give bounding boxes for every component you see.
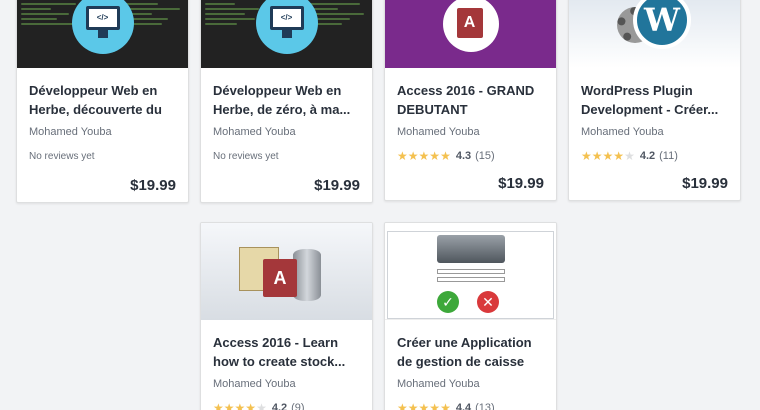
rating-count: (15) [475, 150, 495, 162]
star-icon: ★ [223, 401, 235, 410]
course-rating: ★★★★★ 4.2 (9) [213, 401, 360, 410]
star-icon: ★ [429, 149, 441, 163]
course-rating: ★★★★★ 4.2 (11) [581, 149, 728, 163]
rating-value: 4.2 [639, 150, 656, 162]
rating-value: 4.4 [455, 402, 472, 410]
course-author: Mohamed Youba [213, 378, 296, 390]
course-author: Mohamed Youba [581, 126, 664, 138]
course-rating: ★★★★★ 4.4 (13) [397, 401, 544, 410]
star-icon: ★ [581, 149, 592, 163]
course-reviews: No reviews yet [29, 151, 95, 162]
rating-count: (13) [475, 402, 495, 410]
star-icon: ★ [407, 149, 419, 163]
star-icon: ★ [613, 149, 625, 163]
course-rating: ★★★★★ 4.3 (15) [397, 149, 544, 163]
rating-count: (11) [659, 150, 678, 162]
course-title[interactable]: Access 2016 - GRAND DEBUTANT [397, 81, 544, 119]
rating-value: 4.2 [271, 402, 288, 410]
code-monitor-icon: </> [17, 0, 188, 68]
course-author: Mohamed Youba [397, 378, 480, 390]
star-rating-icon: ★★★★★ [397, 149, 451, 163]
star-icon: ★ [440, 401, 451, 410]
star-icon: ★ [397, 401, 408, 410]
star-icon: ★ [418, 401, 430, 410]
course-card[interactable]: A Access 2016 - GRAND DEBUTANT Mohamed Y… [384, 0, 557, 201]
course-card[interactable]: </> Développeur Web en Herbe, de zéro, à… [200, 0, 373, 203]
star-icon: ★ [602, 149, 614, 163]
star-rating-icon: ★★★★★ [397, 401, 451, 410]
star-icon: ★ [418, 149, 430, 163]
course-title[interactable]: Développeur Web en Herbe, de zéro, à ma.… [213, 81, 360, 119]
course-title[interactable]: WordPress Plugin Development - Créer... [581, 81, 728, 119]
star-icon: ★ [591, 149, 603, 163]
course-card[interactable]: W WordPress Plugin Development - Créer..… [568, 0, 741, 201]
course-card[interactable]: A Access 2016 - Learn how to create stoc… [200, 222, 373, 410]
star-rating-icon: ★★★★★ [581, 149, 635, 163]
course-title[interactable]: Créer une Application de gestion de cais… [397, 333, 544, 371]
course-author: Mohamed Youba [29, 126, 112, 138]
rating-count: (9) [291, 402, 305, 410]
course-card[interactable]: </> Développeur Web en Herbe, découverte… [16, 0, 189, 203]
rating-value: 4.3 [455, 150, 472, 162]
star-icon: ★ [234, 401, 246, 410]
course-title[interactable]: Access 2016 - Learn how to create stock.… [213, 333, 360, 371]
access-logo-icon: A [385, 0, 556, 68]
cash-register-icon: ✓ ✕ [385, 223, 556, 320]
course-card[interactable]: ✓ ✕ Créer une Application de gestion de … [384, 222, 557, 410]
star-icon: ★ [440, 149, 451, 163]
star-icon: ★ [624, 149, 635, 163]
star-icon: ★ [397, 149, 408, 163]
wordpress-gear-icon: W [569, 0, 740, 68]
course-price: $19.99 [130, 177, 176, 194]
star-icon: ★ [256, 401, 267, 410]
code-monitor-icon: </> [201, 0, 372, 68]
course-price: $19.99 [498, 175, 544, 192]
course-title[interactable]: Développeur Web en Herbe, découverte du … [29, 81, 176, 119]
star-icon: ★ [429, 401, 441, 410]
course-reviews: No reviews yet [213, 151, 279, 162]
course-author: Mohamed Youba [397, 126, 480, 138]
course-price: $19.99 [314, 177, 360, 194]
course-author: Mohamed Youba [213, 126, 296, 138]
star-icon: ★ [213, 401, 224, 410]
star-rating-icon: ★★★★★ [213, 401, 267, 410]
star-icon: ★ [245, 401, 257, 410]
star-icon: ★ [407, 401, 419, 410]
access-database-icon: A [201, 223, 372, 320]
course-price: $19.99 [682, 175, 728, 192]
